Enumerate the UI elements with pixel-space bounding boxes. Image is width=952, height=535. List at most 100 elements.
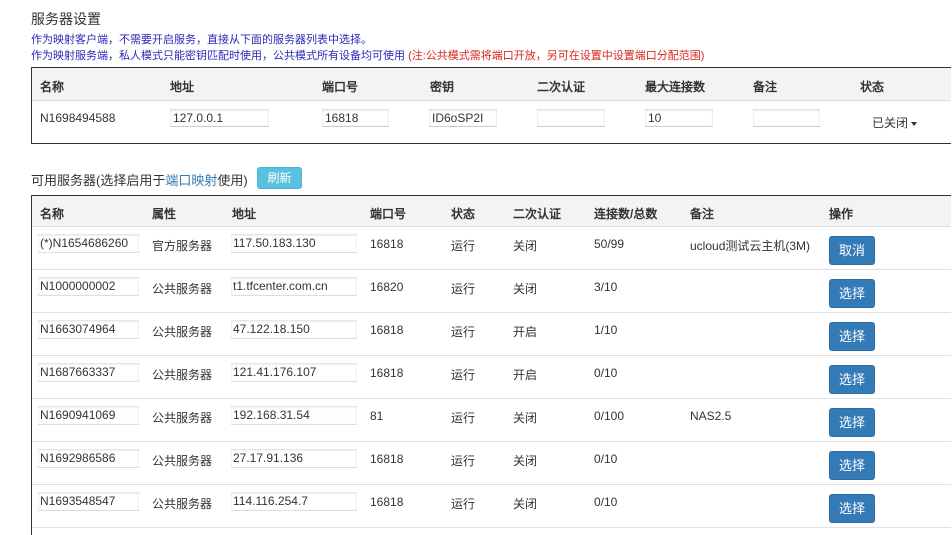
server-conn-total: 0/10 xyxy=(594,366,618,380)
table-row: N1690941069 公共服务器 192.168.31.54 81 运行 关闭… xyxy=(32,399,951,442)
header-key: 密钥 xyxy=(430,80,455,94)
server-mode-text: 作为映射服务端，私人模式只能密钥匹配时使用，公共模式所有设备均可使用 xyxy=(31,50,405,62)
server-conn-total: 0/10 xyxy=(594,452,618,466)
header-port: 端口号 xyxy=(370,207,407,221)
select-button[interactable]: 选择 xyxy=(829,494,875,523)
server-name: N1000000002 xyxy=(38,277,139,296)
server-attribute: 公共服务器 xyxy=(152,282,213,296)
status-dropdown-label: 已关闭 xyxy=(872,116,909,130)
server-name-value: N1698494588 xyxy=(40,111,116,125)
address-input[interactable] xyxy=(170,109,269,127)
available-servers-title-suffix: 使用) xyxy=(217,173,248,188)
header-attribute: 属性 xyxy=(152,207,177,221)
available-servers-title: 可用服务器(选择启用于端口映射使用) xyxy=(31,170,248,189)
server-port: 16818 xyxy=(370,237,404,251)
table-row: N1663074964 公共服务器 47.122.18.150 16818 运行… xyxy=(32,313,951,356)
server-second-auth: 关闭 xyxy=(513,497,538,511)
note-input[interactable] xyxy=(753,109,820,127)
server-name: (*)N1654686260 xyxy=(38,234,139,253)
server-note: NAS2.5 xyxy=(690,409,732,423)
select-button[interactable]: 选择 xyxy=(829,451,875,480)
server-address: 47.122.18.150 xyxy=(231,320,357,339)
server-conn-total: 1/10 xyxy=(594,323,618,337)
server-attribute: 公共服务器 xyxy=(152,497,213,511)
caret-down-icon xyxy=(911,121,918,126)
header-address: 地址 xyxy=(232,207,257,221)
server-port: 16818 xyxy=(370,366,404,380)
select-button[interactable]: 选择 xyxy=(829,322,875,351)
table-row: (*)N1654686260 官方服务器 117.50.183.130 1681… xyxy=(32,227,951,270)
header-second-auth: 二次认证 xyxy=(537,80,586,94)
server-port: 16820 xyxy=(370,280,404,294)
server-attribute: 官方服务器 xyxy=(152,239,213,253)
server-status: 运行 xyxy=(451,325,476,339)
port-open-warning: (注:公共模式需将端口开放，另可在设置中设置端口分配范围) xyxy=(408,50,705,62)
server-conn-total: 0/10 xyxy=(594,495,618,509)
server-address: 114.116.254.7 xyxy=(231,492,357,511)
available-servers-header: 名称 属性 地址 端口号 状态 二次认证 连接数/总数 备注 操作 xyxy=(32,196,951,227)
refresh-button[interactable]: 刷新 xyxy=(257,167,302,189)
server-name: N1663074964 xyxy=(38,320,139,339)
table-row: N1000000002 公共服务器 t1.tfcenter.com.cn 168… xyxy=(32,270,951,313)
server-address: 121.41.176.107 xyxy=(231,363,357,382)
server-second-auth: 关闭 xyxy=(513,282,538,296)
server-mode-description: 作为映射服务端，私人模式只能密钥匹配时使用，公共模式所有设备均可使用 (注:公共… xyxy=(31,47,704,63)
server-address: 27.17.91.136 xyxy=(231,449,357,468)
server-second-auth: 开启 xyxy=(513,368,538,382)
server-attribute: 公共服务器 xyxy=(152,411,213,425)
cancel-button[interactable]: 取消 xyxy=(829,236,875,265)
server-status: 运行 xyxy=(451,282,476,296)
server-settings-title: 服务器设置 xyxy=(31,11,101,27)
table-row: N1692986586 公共服务器 27.17.91.136 16818 运行 … xyxy=(32,442,951,485)
server-name: N1693548547 xyxy=(38,492,139,511)
header-conn-total: 连接数/总数 xyxy=(594,207,658,221)
header-port: 端口号 xyxy=(322,80,359,94)
select-button[interactable]: 选择 xyxy=(829,279,875,308)
header-status: 状态 xyxy=(451,207,476,221)
server-address: t1.tfcenter.com.cn xyxy=(231,277,357,296)
second-auth-input[interactable] xyxy=(537,109,605,127)
server-port: 16818 xyxy=(370,323,404,337)
header-address: 地址 xyxy=(170,80,195,94)
header-second-auth: 二次认证 xyxy=(513,207,562,221)
header-max-conn: 最大连接数 xyxy=(645,80,706,94)
server-second-auth: 关闭 xyxy=(513,411,538,425)
server-status: 运行 xyxy=(451,497,476,511)
server-port: 16818 xyxy=(370,495,404,509)
server-conn-total: 0/100 xyxy=(594,409,625,423)
server-second-auth: 关闭 xyxy=(513,239,538,253)
server-address: 117.50.183.130 xyxy=(231,234,357,253)
header-note: 备注 xyxy=(753,80,778,94)
server-address: 192.168.31.54 xyxy=(231,406,357,425)
server-attribute: 公共服务器 xyxy=(152,368,213,382)
server-second-auth: 开启 xyxy=(513,325,538,339)
status-dropdown[interactable]: 已关闭 xyxy=(872,114,918,131)
client-mode-description: 作为映射客户端，不需要开启服务，直接从下面的服务器列表中选择。 xyxy=(31,34,372,46)
server-port: 16818 xyxy=(370,452,404,466)
server-name: N1692986586 xyxy=(38,449,139,468)
server-status: 运行 xyxy=(451,454,476,468)
server-status: 运行 xyxy=(451,239,476,253)
select-button[interactable]: 选择 xyxy=(829,365,875,394)
select-button[interactable]: 选择 xyxy=(829,408,875,437)
server-status: 运行 xyxy=(451,368,476,382)
key-input[interactable] xyxy=(429,109,497,127)
table-row: N1687663337 公共服务器 121.41.176.107 16818 运… xyxy=(32,356,951,399)
server-attribute: 公共服务器 xyxy=(152,454,213,468)
port-input[interactable] xyxy=(322,109,389,127)
available-servers-table: 名称 属性 地址 端口号 状态 二次认证 连接数/总数 备注 操作 (*)N16… xyxy=(31,195,951,535)
max-conn-input[interactable] xyxy=(645,109,713,127)
port-mapping-link[interactable]: 端口映射 xyxy=(165,173,217,188)
server-attribute: 公共服务器 xyxy=(152,325,213,339)
available-servers-title-prefix: 可用服务器(选择启用于 xyxy=(31,173,166,188)
server-status: 运行 xyxy=(451,411,476,425)
server-settings-table: 名称 地址 端口号 密钥 二次认证 最大连接数 备注 状态 N169849458… xyxy=(31,67,951,144)
server-name: N1687663337 xyxy=(38,363,139,382)
server-note: ucloud测试云主机(3M) xyxy=(690,239,811,253)
server-name: N1690941069 xyxy=(38,406,139,425)
server-second-auth: 关闭 xyxy=(513,454,538,468)
server-port: 81 xyxy=(370,409,384,423)
header-action: 操作 xyxy=(829,207,854,221)
header-name: 名称 xyxy=(40,207,65,221)
header-status: 状态 xyxy=(860,80,885,94)
